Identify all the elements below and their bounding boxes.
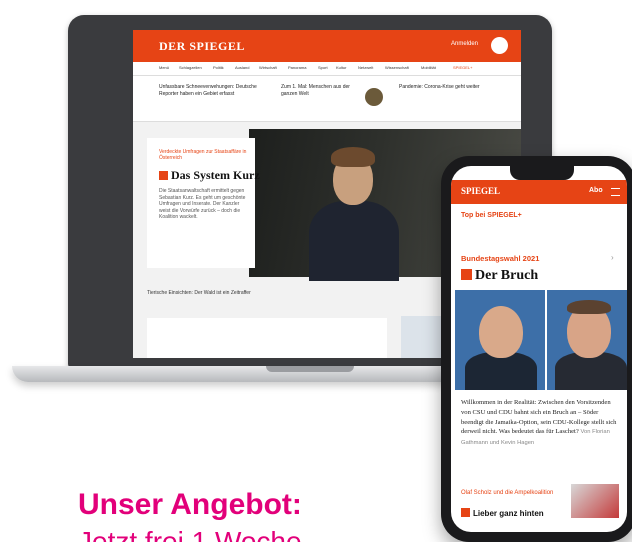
hero-person-hair [331,147,375,167]
section-label[interactable]: Bundestagswahl 2021 [461,254,539,263]
lead-article-kicker: Verdeckte Umfragen zur Staatsaffäre in Ö… [159,149,247,161]
mobile-hero-photo [455,290,627,390]
phone-notch [510,166,574,180]
spiegel-plus-icon [461,269,472,280]
hero-person-body [309,201,399,281]
site-header: DER SPIEGEL Anmelden [133,30,521,62]
teaser-3[interactable]: Pandemie: Corona-Krise geht weiter [399,84,509,91]
secondary-link[interactable]: Tierische Einsichten: Der Wald ist ein Z… [147,290,407,297]
teaser-2[interactable]: Zum 1. Mal: Menschen aus der ganzen Welt [281,84,361,97]
lead-article-body: Die Staatsanwaltschaft ermittelt gegen S… [159,188,246,221]
mobile-article-body: Willkommen in der Realität: Zwischen den… [461,399,617,447]
nav-item-wirtschaft[interactable]: Wirtschaft [259,65,277,70]
promo-subtitle: Jetzt frei 1 Woche [78,526,302,542]
nav-item-spiegel-plus[interactable]: SPIEGEL+ [453,65,472,70]
laptop-notch [266,366,354,372]
nav-item-politik[interactable]: Politik [213,65,224,70]
nav-bar: Menü Schlagzeilen Politik Ausland Wirtsc… [133,62,521,76]
menu-icon[interactable] [611,188,620,196]
nav-item-mobilitaet[interactable]: Mobilität [421,65,436,70]
nav-item-schlagzeilen[interactable]: Schlagzeilen [179,65,202,70]
teaser-row: Unfassbare Schneeverwehungen: Deutsche R… [133,76,521,122]
spiegel-plus-icon [461,508,470,517]
card-headline[interactable]: Lieber ganz hinten [461,508,544,518]
login-link[interactable]: Anmelden [451,41,478,47]
nav-item-netzwelt[interactable]: Netzwelt [358,65,373,70]
phone-screen: SPIEGEL Abo Top bei SPIEGEL+ Bundestagsw… [451,166,627,532]
promo-stage: DER SPIEGEL Anmelden Menü Schlagzeilen P… [0,0,632,542]
nav-item-wissenschaft[interactable]: Wissenschaft [385,65,409,70]
card-thumbnail [571,484,619,518]
top-spiegel-plus-label[interactable]: Top bei SPIEGEL+ [461,212,522,219]
nav-item-menu[interactable]: Menü [159,65,169,70]
promo-title: Unser Angebot: [78,488,302,521]
mobile-headline[interactable]: Der Bruch [461,268,538,284]
site-logo[interactable]: DER SPIEGEL [159,39,245,54]
photo-divider [545,290,547,390]
lower-article-card[interactable] [147,318,387,358]
lead-article-card[interactable]: Verdeckte Umfragen zur Staatsaffäre in Ö… [147,138,260,268]
spiegel-plus-icon [159,171,168,180]
photo-person-right-hair [567,300,611,314]
photo-person-left-head [479,306,523,358]
lead-article-headline[interactable]: Das System Kurz [159,168,260,183]
nav-item-ausland[interactable]: Ausland [235,65,249,70]
teaser-thumbnail [365,88,383,106]
avatar-icon[interactable] [491,37,508,54]
mobile-header: SPIEGEL Abo [451,180,627,204]
nav-item-kultur[interactable]: Kultur [336,65,346,70]
teaser-1[interactable]: Unfassbare Schneeverwehungen: Deutsche R… [159,84,269,97]
mobile-logo[interactable]: SPIEGEL [461,186,500,196]
abo-link[interactable]: Abo [589,187,603,194]
chevron-right-icon[interactable]: › [611,253,614,262]
nav-item-panorama[interactable]: Panorama [288,65,306,70]
nav-item-sport[interactable]: Sport [318,65,328,70]
card-kicker[interactable]: Olaf Scholz und die Ampelkoalition [461,490,561,497]
